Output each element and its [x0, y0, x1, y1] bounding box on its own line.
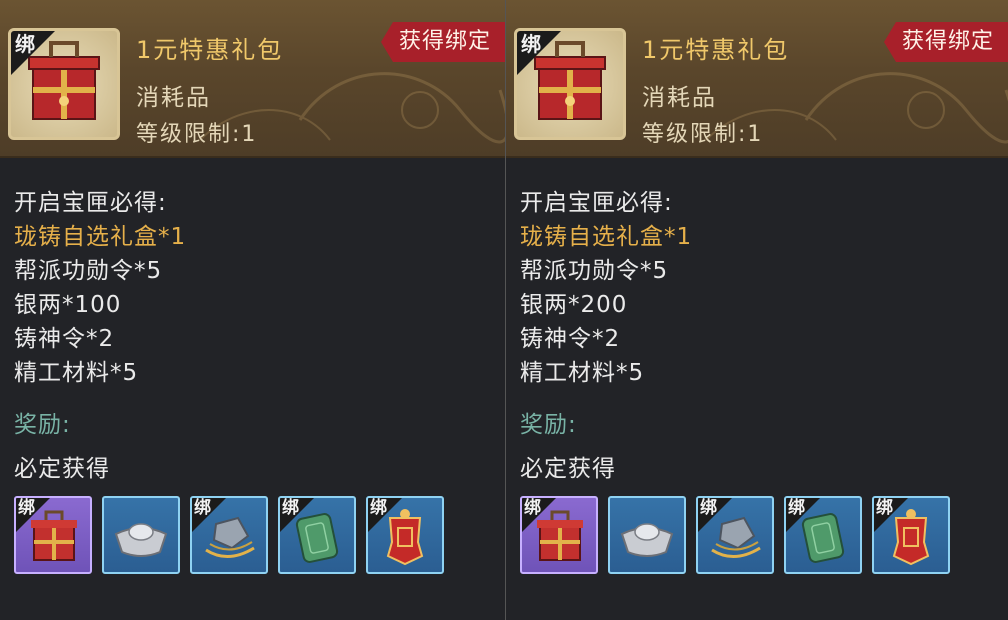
silver-ingot-icon — [620, 523, 674, 557]
reward-slot-silver[interactable] — [102, 496, 180, 574]
bound-tag: 绑 — [521, 32, 541, 56]
contents-heading: 开启宝匣必得: — [520, 190, 673, 216]
content-line: 银两*200 — [520, 292, 628, 318]
item-icon-frame[interactable]: 绑 — [514, 28, 626, 140]
bound-tag: 绑 — [282, 498, 299, 518]
item-description: 开启宝匣必得: 珑铸自选礼盒*1 帮派功勋令*5 银两*200 铸神令*2 精工… — [506, 158, 1008, 574]
content-line: 珑铸自选礼盒*1 — [520, 224, 693, 250]
silver-ingot-icon — [114, 523, 168, 557]
reward-slots: 绑 绑 绑 绑 — [14, 496, 505, 574]
content-line: 铸神令*2 — [520, 326, 621, 352]
reward-heading: 奖励: — [14, 412, 71, 438]
reward-slot-merit-token[interactable]: 绑 — [366, 496, 444, 574]
guaranteed-heading: 必定获得 — [14, 456, 110, 482]
item-type: 消耗品 — [642, 85, 717, 111]
item-description: 开启宝匣必得: 珑铸自选礼盒*1 帮派功勋令*5 银两*100 铸神令*2 精工… — [0, 158, 505, 574]
reward-slot-forge[interactable]: 绑 — [696, 496, 774, 574]
content-line: 帮派功勋令*5 — [14, 258, 163, 284]
reward-heading: 奖励: — [520, 412, 577, 438]
content-line: 帮派功勋令*5 — [520, 258, 669, 284]
bound-tag: 绑 — [700, 498, 717, 518]
bound-tag: 绑 — [524, 498, 541, 518]
reward-slot-forge[interactable]: 绑 — [190, 496, 268, 574]
item-tooltip-left: 绑 1元特惠礼包 消耗品 等级限制:1 获得绑定 开启宝匣必得: 珑铸自选礼盒*… — [0, 0, 506, 620]
bound-tag: 绑 — [194, 498, 211, 518]
bound-tag: 绑 — [876, 498, 893, 518]
bind-on-acquire-ribbon: 获得绑定 — [381, 22, 505, 62]
bind-on-acquire-ribbon: 获得绑定 — [884, 22, 1008, 62]
item-header: 绑 1元特惠礼包 消耗品 等级限制:1 获得绑定 — [0, 0, 505, 158]
bound-tag: 绑 — [15, 32, 35, 56]
content-line: 银两*100 — [14, 292, 122, 318]
content-line: 铸神令*2 — [14, 326, 115, 352]
reward-slots: 绑 绑 绑 绑 — [520, 496, 1008, 574]
reward-slot-silver[interactable] — [608, 496, 686, 574]
contents-heading: 开启宝匣必得: — [14, 190, 167, 216]
level-limit: 等级限制:1 — [136, 122, 258, 147]
bound-tag: 绑 — [788, 498, 805, 518]
reward-slot-merit-token[interactable]: 绑 — [872, 496, 950, 574]
item-icon-frame[interactable]: 绑 — [8, 28, 120, 140]
level-limit: 等级限制:1 — [642, 122, 764, 147]
item-tooltip-right: 绑 1元特惠礼包 消耗品 等级限制:1 获得绑定 开启宝匣必得: 珑铸自选礼盒*… — [506, 0, 1008, 620]
content-line: 珑铸自选礼盒*1 — [14, 224, 187, 250]
reward-slot-gift-box[interactable]: 绑 — [14, 496, 92, 574]
tooltip-comparison: 绑 1元特惠礼包 消耗品 等级限制:1 获得绑定 开启宝匣必得: 珑铸自选礼盒*… — [0, 0, 1008, 620]
bound-tag: 绑 — [370, 498, 387, 518]
reward-slot-jade[interactable]: 绑 — [784, 496, 862, 574]
guaranteed-heading: 必定获得 — [520, 456, 616, 482]
content-line: 精工材料*5 — [520, 360, 645, 386]
item-name: 1元特惠礼包 — [642, 36, 790, 64]
item-header: 绑 1元特惠礼包 消耗品 等级限制:1 获得绑定 — [506, 0, 1008, 158]
item-name: 1元特惠礼包 — [136, 36, 284, 64]
reward-slot-jade[interactable]: 绑 — [278, 496, 356, 574]
bound-tag: 绑 — [18, 498, 35, 518]
item-type: 消耗品 — [136, 85, 211, 111]
reward-slot-gift-box[interactable]: 绑 — [520, 496, 598, 574]
content-line: 精工材料*5 — [14, 360, 139, 386]
